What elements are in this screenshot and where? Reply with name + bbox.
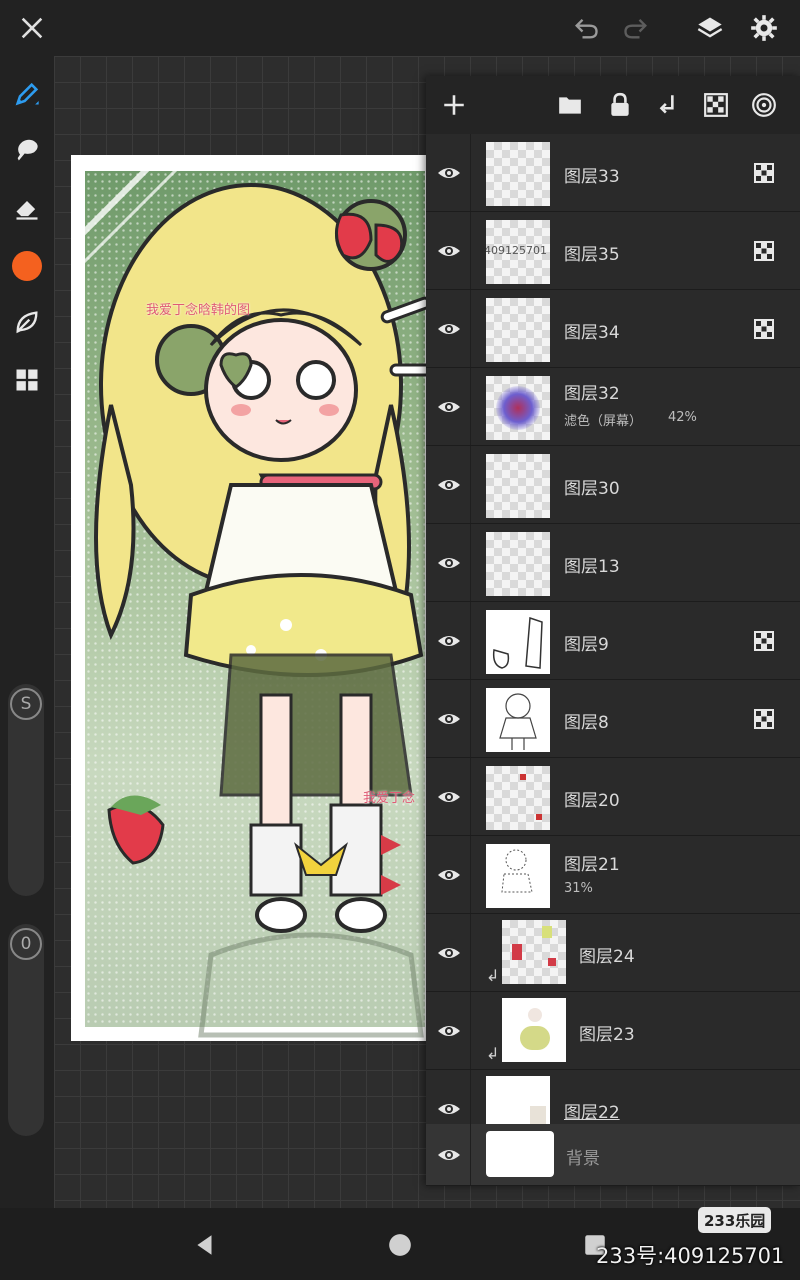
close-icon[interactable] <box>14 10 50 46</box>
layer-thumbnail <box>502 998 566 1062</box>
layer-row[interactable]: 409125701 图层35 <box>426 212 800 290</box>
eye-icon[interactable] <box>434 392 464 422</box>
layer-name: 图层22 <box>564 1103 620 1123</box>
layer-name: 图层13 <box>564 557 620 577</box>
layer-thumbnail <box>486 610 550 674</box>
layer-row[interactable]: 图层33 <box>426 134 800 212</box>
eye-icon[interactable] <box>434 236 464 266</box>
folder-icon[interactable] <box>554 89 586 121</box>
layer-name: 图层32 <box>564 384 620 404</box>
layer-blend-mode: 滤色（屏幕） <box>564 414 643 429</box>
leaf-icon[interactable] <box>9 304 45 340</box>
layer-name: 图层23 <box>579 1025 635 1045</box>
layer-thumbnail <box>486 688 550 752</box>
background-thumbnail <box>486 1131 554 1177</box>
eye-icon[interactable] <box>434 626 464 656</box>
layer-name: 图层24 <box>579 947 635 967</box>
redo-icon[interactable] <box>618 10 654 46</box>
eye-icon[interactable] <box>434 938 464 968</box>
artwork-watermark-1: 我爱丁念晗韩的图 <box>146 303 251 318</box>
character-illustration <box>71 155 431 1038</box>
layer-row[interactable]: 图层20 <box>426 758 800 836</box>
gear-icon[interactable] <box>746 10 782 46</box>
layer-thumbnail <box>486 142 550 206</box>
lock-icon[interactable] <box>604 89 636 121</box>
checker-icon[interactable] <box>700 89 732 121</box>
layer-name: 图层21 <box>564 855 620 875</box>
merge-down-icon[interactable] <box>652 89 684 121</box>
layer-thumbnail: 409125701 <box>486 220 550 284</box>
eye-icon[interactable] <box>434 1094 464 1124</box>
alpha-lock-icon[interactable] <box>754 631 774 651</box>
layer-row[interactable]: 图层34 <box>426 290 800 368</box>
tool-sidebar: S 0 <box>0 56 54 1208</box>
eye-icon[interactable] <box>434 548 464 578</box>
pen-icon[interactable] <box>9 76 45 112</box>
eye-icon[interactable] <box>434 860 464 890</box>
layer-thumbnail <box>486 454 550 518</box>
color-swatch[interactable] <box>9 248 45 284</box>
layers-toolbar <box>426 76 800 134</box>
layer-name: 图层20 <box>564 791 620 811</box>
layer-row[interactable]: ↲ 图层24 <box>426 914 800 992</box>
layer-row[interactable]: ↲ 图层23 <box>426 992 800 1070</box>
layer-row[interactable]: 图层30 <box>426 446 800 524</box>
layer-name: 图层34 <box>564 323 620 343</box>
artwork-watermark-2: 我爱丁念 <box>363 791 416 806</box>
alpha-lock-icon[interactable] <box>754 241 774 261</box>
layer-name: 图层35 <box>564 245 620 265</box>
watermark-id: 233号:409125701 <box>596 1244 785 1268</box>
clipping-arrow-icon: ↲ <box>486 1044 500 1063</box>
alpha-lock-icon[interactable] <box>754 709 774 729</box>
layer-row[interactable]: 图层21 31% <box>426 836 800 914</box>
eye-icon[interactable] <box>434 158 464 188</box>
layer-name: 背景 <box>566 1149 600 1169</box>
layer-row[interactable]: 图层32 滤色（屏幕） 42% <box>426 368 800 446</box>
layer-thumbnail <box>486 766 550 830</box>
layer-thumbnail <box>486 844 550 908</box>
eraser-icon[interactable] <box>9 190 45 226</box>
eye-icon[interactable] <box>434 1140 464 1170</box>
opacity-slider-label: 0 <box>10 928 42 960</box>
layers-panel: 图层33 409125701 图层35 图层34 图层32 滤色（屏幕） 42%… <box>426 76 800 1186</box>
layer-row[interactable]: 图层8 <box>426 680 800 758</box>
thumbnail-text: 409125701 <box>486 244 547 257</box>
artwork-canvas[interactable]: 我爱丁念晗韩的图 我爱丁念 <box>71 155 431 1041</box>
layer-name: 图层8 <box>564 713 609 733</box>
target-icon[interactable] <box>748 89 780 121</box>
layer-thumbnail <box>486 298 550 362</box>
eye-icon[interactable] <box>434 314 464 344</box>
clipping-arrow-icon: ↲ <box>486 966 500 985</box>
layers-icon[interactable] <box>692 10 728 46</box>
layer-opacity: 42% <box>668 410 697 425</box>
layer-thumbnail <box>502 920 566 984</box>
home-icon[interactable] <box>387 1232 413 1258</box>
smudge-icon[interactable] <box>9 132 45 168</box>
eye-icon[interactable] <box>434 704 464 734</box>
layer-name: 图层30 <box>564 479 620 499</box>
panels-icon[interactable] <box>9 362 45 398</box>
layer-row[interactable]: 图层13 <box>426 524 800 602</box>
undo-icon[interactable] <box>568 10 604 46</box>
plus-icon[interactable] <box>438 89 470 121</box>
layer-name: 图层9 <box>564 635 609 655</box>
layer-name: 图层33 <box>564 167 620 187</box>
eye-icon[interactable] <box>434 1016 464 1046</box>
current-color-dot <box>12 251 42 281</box>
layer-row[interactable]: 图层9 <box>426 602 800 680</box>
alpha-lock-icon[interactable] <box>754 319 774 339</box>
top-toolbar <box>0 0 800 56</box>
watermark-badge: 233乐园 <box>698 1207 772 1233</box>
eye-icon[interactable] <box>434 470 464 500</box>
eye-icon[interactable] <box>434 782 464 812</box>
alpha-lock-icon[interactable] <box>754 163 774 183</box>
layer-thumbnail <box>486 532 550 596</box>
back-icon[interactable] <box>192 1232 218 1258</box>
layer-opacity: 31% <box>564 881 593 896</box>
size-slider-label: S <box>10 688 42 720</box>
layer-thumbnail <box>486 376 550 440</box>
layer-row-background[interactable]: 背景 <box>426 1124 800 1186</box>
